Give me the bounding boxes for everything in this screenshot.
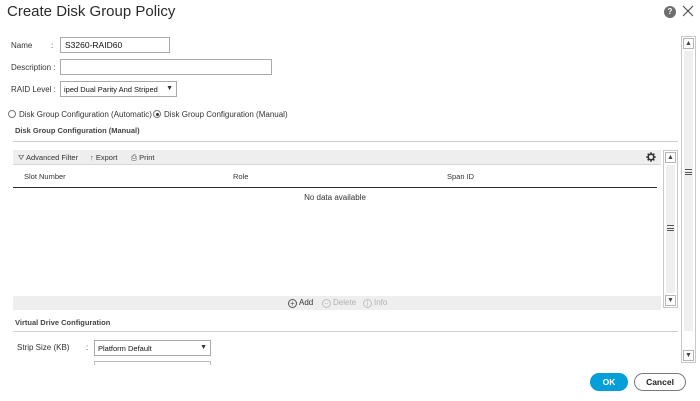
scroll-down-button[interactable]: ▼ <box>683 350 694 361</box>
delete-button[interactable]: − Delete <box>322 298 356 308</box>
name-label: Name <box>11 41 33 50</box>
radio-automatic[interactable] <box>8 110 16 118</box>
manual-section-title: Disk Group Configuration (Manual) <box>15 126 140 135</box>
dialog-title: Create Disk Group Policy <box>7 3 176 20</box>
raid-level-value: iped Dual Parity And Striped <box>64 85 158 94</box>
advanced-filter-label: Advanced Filter <box>25 153 79 162</box>
clipped-select <box>94 361 211 365</box>
raid-level-label: RAID Level : <box>11 85 56 94</box>
help-icon[interactable]: ? <box>664 6 676 18</box>
description-input[interactable] <box>60 59 272 75</box>
info-icon: i <box>363 299 372 308</box>
print-button[interactable]: ⎙ Print <box>131 153 155 163</box>
delete-label: Delete <box>333 298 357 307</box>
raid-level-select[interactable]: iped Dual Parity And Striped ▼ <box>60 81 177 97</box>
column-header-span-id[interactable]: Span ID <box>447 172 474 181</box>
clipped-next-row <box>0 361 680 365</box>
scroll-up-button[interactable]: ▲ <box>683 38 694 49</box>
virtual-drive-section-title: Virtual Drive Configuration <box>15 318 111 327</box>
empty-table-message: No data available <box>304 193 366 202</box>
dialog-scrollbar[interactable]: ▲ ▼ <box>681 36 696 363</box>
cancel-button[interactable]: Cancel <box>634 373 686 391</box>
table-actions-bar: + Add − Delete i Info <box>13 296 661 310</box>
info-button[interactable]: i Info <box>363 298 387 308</box>
add-button[interactable]: + Add <box>288 298 313 308</box>
chevron-down-icon: ▼ <box>200 344 207 351</box>
print-label: Print <box>139 153 155 162</box>
radio-automatic-label[interactable]: Disk Group Configuration (Automatic) <box>19 110 152 119</box>
ok-button[interactable]: OK <box>590 373 628 391</box>
name-colon: : <box>51 41 54 50</box>
table-header-divider <box>13 187 657 188</box>
close-icon[interactable] <box>682 5 694 17</box>
add-icon: + <box>288 299 297 308</box>
strip-size-colon: : <box>86 343 89 352</box>
table-scroll-thumb[interactable] <box>666 165 675 293</box>
description-label: Description : <box>11 63 56 72</box>
strip-size-value: Platform Default <box>98 344 152 353</box>
radio-manual-label[interactable]: Disk Group Configuration (Manual) <box>164 110 288 119</box>
info-label: Info <box>374 298 388 307</box>
column-header-role[interactable]: Role <box>233 172 248 181</box>
table-scroll-down-button[interactable]: ▼ <box>665 295 676 306</box>
strip-size-label: Strip Size (KB) <box>17 343 70 352</box>
strip-size-select[interactable]: Platform Default ▼ <box>94 340 211 356</box>
export-icon: ↑ <box>90 153 94 162</box>
table-toolbar: ⛛ Advanced Filter ↑ Export ⎙ Print <box>13 150 661 165</box>
advanced-filter-button[interactable]: ⛛ Advanced Filter <box>18 153 78 163</box>
section-divider <box>13 141 678 142</box>
table-scroll-up-button[interactable]: ▲ <box>665 152 676 163</box>
scroll-grip-icon <box>667 225 674 231</box>
export-label: Export <box>95 153 118 162</box>
filter-icon: ⛛ <box>18 153 25 162</box>
name-input[interactable]: S3260-RAID60 <box>60 37 170 53</box>
radio-manual[interactable] <box>153 110 161 118</box>
add-label: Add <box>299 298 314 307</box>
table-scrollbar[interactable]: ▲ ▼ <box>663 150 678 308</box>
delete-icon: − <box>322 299 331 308</box>
column-header-slot-number[interactable]: Slot Number <box>24 172 66 181</box>
scroll-grip-icon <box>685 169 692 175</box>
print-icon: ⎙ <box>131 153 137 162</box>
virtual-drive-divider <box>13 331 678 332</box>
scroll-thumb[interactable] <box>684 51 693 331</box>
chevron-down-icon: ▼ <box>166 85 173 92</box>
export-button[interactable]: ↑ Export <box>90 153 118 162</box>
gear-icon[interactable] <box>646 152 656 162</box>
